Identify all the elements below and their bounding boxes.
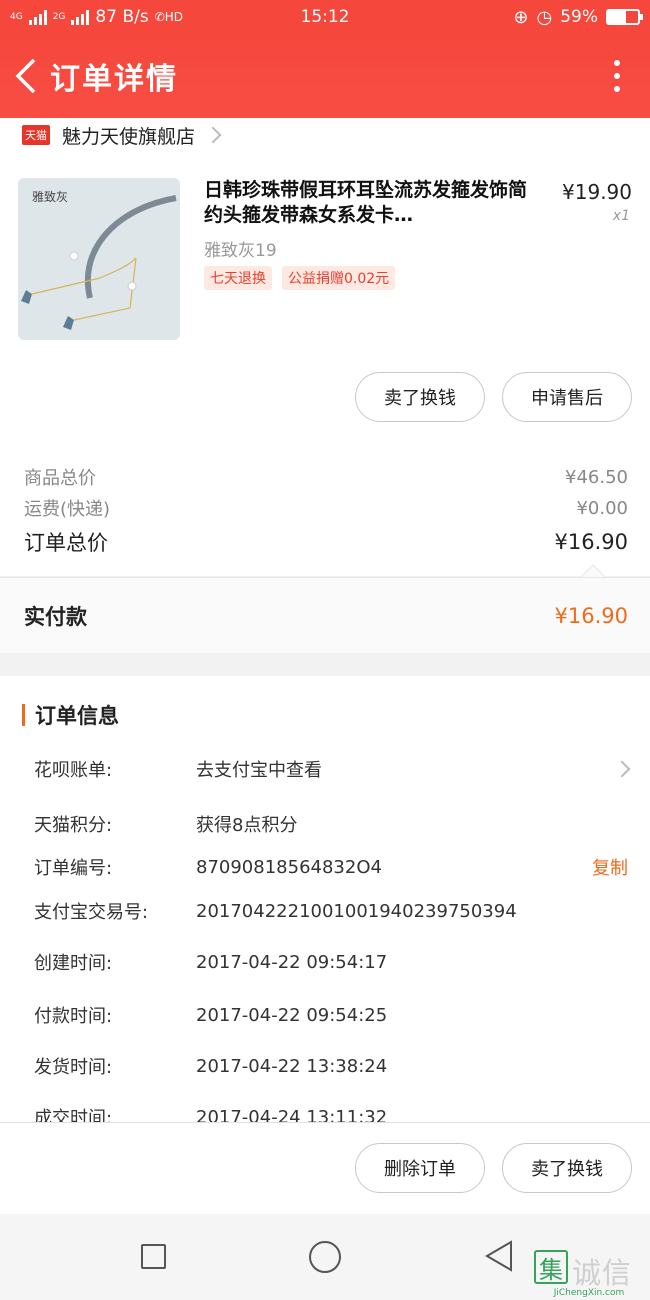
product-card: 雅致灰 日韩珍珠带假耳环耳坠流苏发箍发饰简约头箍发带森女系发卡… ¥19.90 …: [0, 152, 650, 430]
header-bar: 订单详情: [0, 34, 650, 118]
actual-payment-row: 实付款 ¥16.90: [0, 577, 650, 653]
sell-for-cash-button[interactable]: 卖了换钱: [355, 372, 485, 422]
more-button[interactable]: [592, 34, 642, 118]
shipping-value: ¥0.00: [576, 497, 628, 519]
shipped-time-row: 发货时间: 2017-04-22 13:38:24: [34, 1053, 628, 1079]
items-total-value: ¥46.50: [565, 466, 628, 488]
paid-label: 实付款: [24, 604, 87, 629]
order-total-value: ¥16.90: [554, 530, 628, 554]
status-bar: 4G 2G 87 B/s ✆HD 15:12 ⊕ ◷ 59%: [0, 0, 650, 34]
info-label: 天猫积分:: [34, 815, 113, 836]
info-value: 2017-04-22 09:54:25: [196, 1004, 388, 1026]
created-time-row: 创建时间: 2017-04-22 09:54:17: [34, 949, 628, 975]
info-label: 付款时间:: [34, 1006, 113, 1027]
product-sku: 雅致灰19: [204, 241, 277, 261]
sell-for-cash-bottom-button[interactable]: 卖了换钱: [502, 1143, 632, 1193]
after-sales-button[interactable]: 申请售后: [502, 372, 632, 422]
info-label: 支付宝交易号:: [34, 902, 149, 923]
clock: 15:12: [300, 7, 350, 27]
shop-row[interactable]: 天猫 魅力天使旗舰店: [0, 118, 650, 152]
alipay-trade-number: 2017042221001001940239750394: [196, 900, 517, 922]
battery-icon: [606, 9, 643, 25]
chevron-right-icon: [204, 126, 222, 144]
order-total-label: 订单总价: [24, 531, 108, 555]
chevron-right-icon: [613, 760, 631, 778]
info-label: 花呗账单:: [34, 760, 113, 781]
watermark-logo: 集: [534, 1250, 568, 1284]
copy-button[interactable]: 复制: [592, 854, 628, 880]
info-value: 获得8点积分: [196, 815, 298, 836]
shipping-label: 运费(快递): [24, 499, 111, 520]
alipay-trade-row: 支付宝交易号: 2017042221001001940239750394: [34, 898, 628, 924]
order-info-title: 订单信息: [35, 704, 119, 728]
info-label: 成交时间:: [34, 1108, 113, 1122]
watermark-url: JiChengXin.com: [553, 1288, 625, 1298]
section-accent-bar: [22, 704, 25, 726]
info-value: 2017-04-22 13:38:24: [196, 1055, 388, 1077]
chevron-left-icon: [15, 58, 36, 94]
headband-illustration: [21, 195, 177, 330]
tmall-points-row: 天猫积分: 获得8点积分: [34, 811, 628, 837]
watermark-text: 诚信: [572, 1256, 633, 1290]
order-number: 87090818564832O4: [196, 856, 382, 878]
price-summary: 商品总价 ¥46.50 运费(快递) ¥0.00 订单总价 ¥16.90: [0, 430, 650, 576]
paid-value: ¥16.90: [554, 603, 628, 628]
paid-time-row: 付款时间: 2017-04-22 09:54:25: [34, 1002, 628, 1028]
info-value: 2017-04-22 09:54:17: [196, 951, 388, 973]
product-image[interactable]: 雅致灰: [18, 178, 180, 340]
order-number-row: 订单编号: 87090818564832O4 复制: [34, 854, 628, 880]
product-title[interactable]: 日韩珍珠带假耳环耳坠流苏发箍发饰简约头箍发带森女系发卡…: [204, 178, 534, 228]
delete-order-button[interactable]: 删除订单: [355, 1143, 485, 1193]
product-tags: 七天退换 公益捐赠0.02元: [204, 266, 396, 290]
product-price: ¥19.90: [562, 180, 632, 204]
recent-apps-button[interactable]: [141, 1244, 166, 1269]
bottom-action-bar: 删除订单 卖了换钱: [0, 1122, 650, 1214]
back-button[interactable]: [4, 34, 48, 118]
page-title: 订单详情: [50, 62, 178, 97]
product-quantity: x1: [612, 208, 630, 224]
tmall-badge: 天猫: [22, 125, 50, 145]
vertical-dots-icon: [614, 60, 620, 66]
info-label: 发货时间:: [34, 1057, 113, 1078]
info-value: 去支付宝中查看: [196, 760, 322, 781]
watermark: 集 诚信 JiChengXin.com: [534, 1250, 644, 1298]
items-total-label: 商品总价: [24, 468, 96, 489]
tag-return: 七天退换: [204, 266, 272, 290]
home-button[interactable]: [309, 1241, 341, 1273]
info-label: 创建时间:: [34, 953, 113, 974]
info-value: 2017-04-24 13:11:32: [196, 1106, 388, 1123]
info-label: 订单编号:: [34, 858, 113, 879]
order-info-section: 订单信息 花呗账单: 去支付宝中查看 天猫积分: 获得8点积分 订单编号: 87…: [0, 676, 650, 1122]
tag-charity: 公益捐赠0.02元: [282, 266, 396, 290]
back-triangle-icon[interactable]: [485, 1240, 513, 1272]
huabei-bill-row[interactable]: 花呗账单: 去支付宝中查看: [34, 756, 631, 782]
completed-time-row: 成交时间: 2017-04-24 13:11:32: [34, 1104, 628, 1123]
shop-name: 魅力天使旗舰店: [62, 125, 196, 148]
